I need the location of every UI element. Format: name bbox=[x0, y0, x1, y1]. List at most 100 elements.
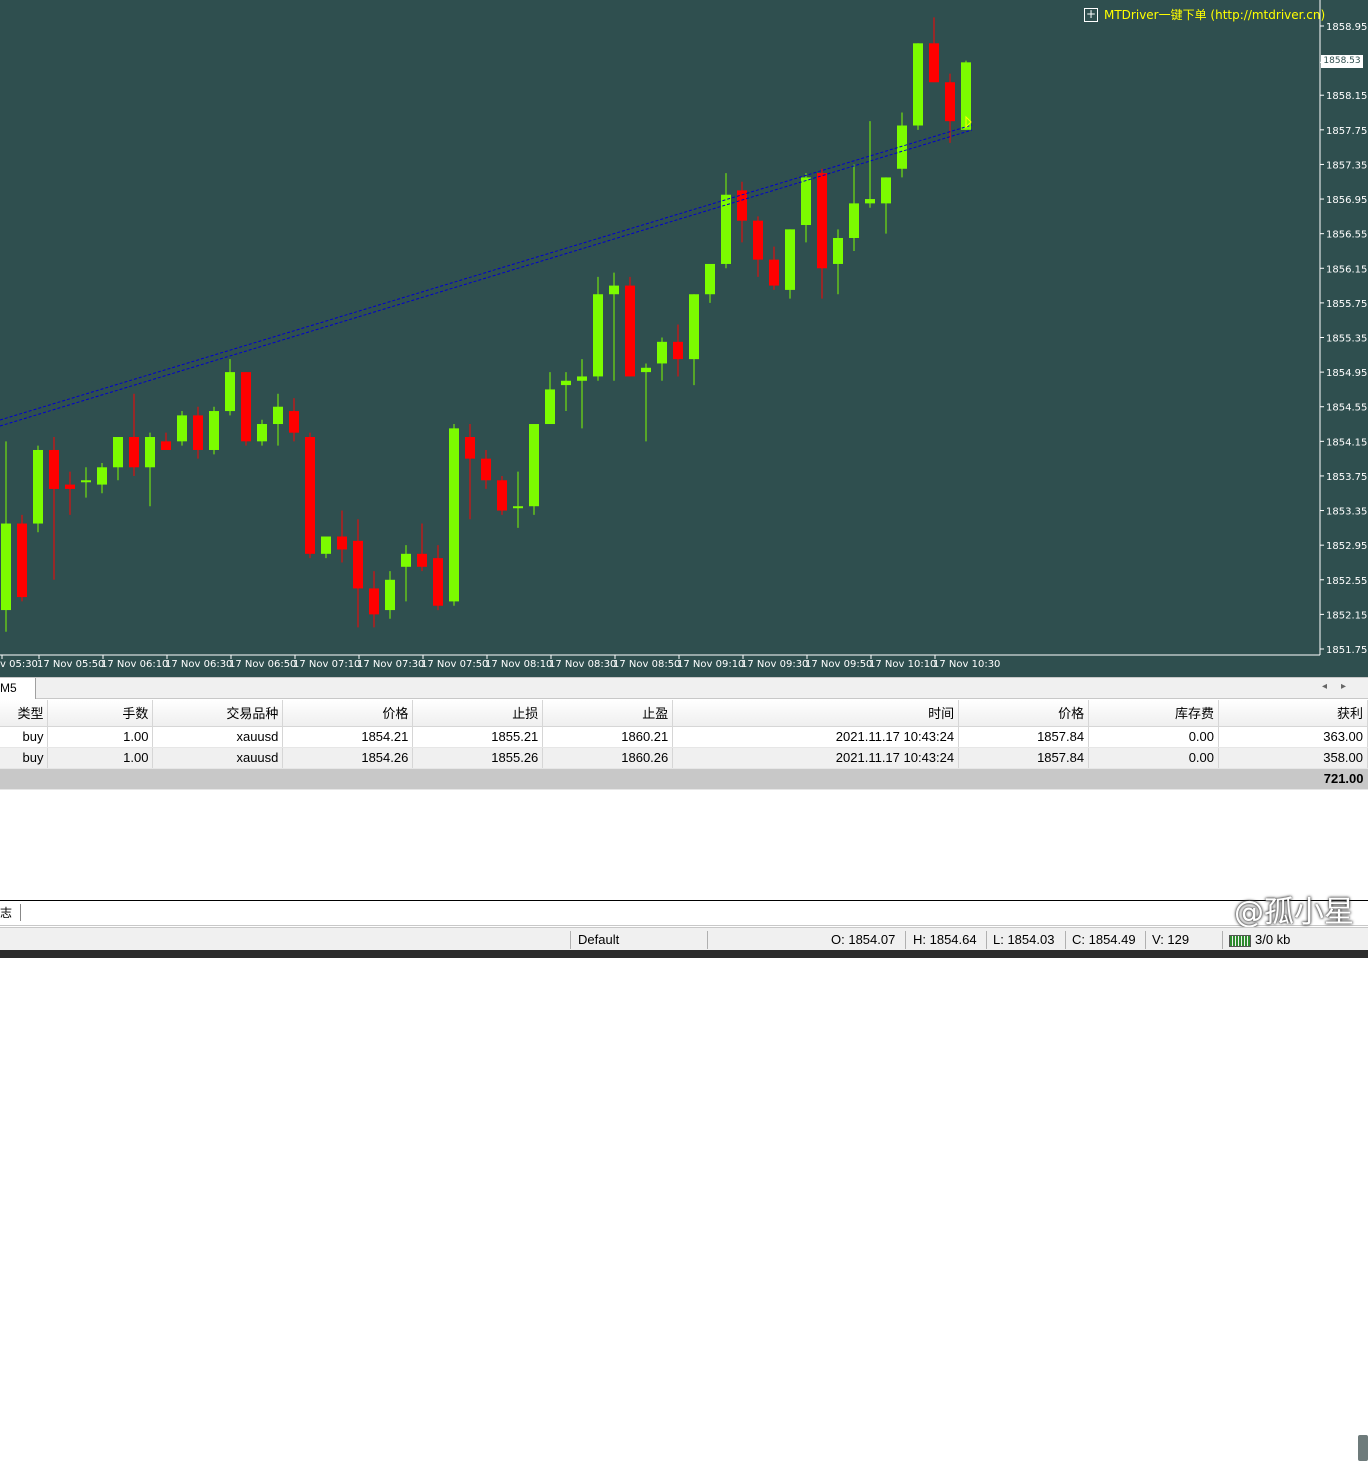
candle-bear bbox=[465, 437, 475, 459]
cell-swap: 0.00 bbox=[1088, 726, 1220, 748]
candle-bull bbox=[609, 285, 619, 295]
candle-bear bbox=[929, 43, 939, 83]
candle-bull bbox=[801, 177, 811, 226]
candle-bull bbox=[177, 415, 187, 442]
cell-price: 1854.26 bbox=[282, 747, 414, 769]
candle-bear bbox=[369, 588, 379, 615]
cell-sl: 1855.21 bbox=[412, 726, 544, 748]
candle-bear bbox=[193, 415, 203, 450]
time-tick-label: 17 Nov 09:50 bbox=[805, 659, 872, 670]
current-price-tag: 1858.53 bbox=[1321, 55, 1363, 68]
candle-bull bbox=[97, 467, 107, 485]
col-tp[interactable]: 止盈 bbox=[542, 700, 674, 727]
col-swap[interactable]: 库存费 bbox=[1088, 700, 1220, 727]
candle-bull bbox=[321, 536, 331, 554]
col-volume[interactable]: 手数 bbox=[47, 700, 154, 727]
status-separator bbox=[1065, 931, 1066, 949]
status-profile[interactable]: Default bbox=[578, 932, 619, 948]
cell-swap: 0.00 bbox=[1088, 747, 1220, 769]
candle-bull bbox=[897, 125, 907, 169]
cell-tp: 1860.21 bbox=[542, 726, 674, 748]
status-open: O: 1854.07 bbox=[831, 932, 896, 947]
col-profit[interactable]: 获利 bbox=[1218, 700, 1368, 727]
status-separator bbox=[570, 931, 571, 949]
scrollbar-thumb[interactable] bbox=[1358, 1435, 1368, 1461]
cell-profit: 363.00 bbox=[1218, 726, 1368, 748]
time-tick-label: 17 Nov 10:10 bbox=[869, 659, 936, 670]
table-row[interactable]: buy 1.00 xauusd 1854.21 1855.21 1860.21 … bbox=[0, 726, 1368, 748]
candle-bear bbox=[433, 558, 443, 606]
cell-time: 2021.11.17 10:43:24 bbox=[672, 726, 960, 748]
total-spacer bbox=[0, 768, 1219, 790]
col-time[interactable]: 时间 bbox=[672, 700, 960, 727]
time-tick-label: 17 Nov 09:30 bbox=[741, 659, 808, 670]
candle-bear bbox=[753, 220, 763, 260]
col-sl[interactable]: 止损 bbox=[412, 700, 544, 727]
total-row: 721.00 bbox=[0, 768, 1368, 790]
candle-bull bbox=[785, 229, 795, 290]
status-low: L: 1854.03 bbox=[993, 932, 1055, 947]
status-high: H: 1854.64 bbox=[913, 932, 977, 947]
candle-bear bbox=[241, 372, 251, 442]
status-bar: Default O: 1854.07 H: 1854.64 L: 1854.03… bbox=[0, 927, 1368, 950]
candle-bull bbox=[145, 437, 155, 468]
candle-bull bbox=[913, 43, 923, 126]
price-tick-label: 1858.15 bbox=[1326, 91, 1367, 102]
candle-bear bbox=[353, 540, 363, 589]
time-tick-label: 17 Nov 06:50 bbox=[229, 659, 296, 670]
candle-bull bbox=[641, 367, 651, 373]
candle-bear bbox=[129, 437, 139, 468]
order-line-1 bbox=[0, 124, 973, 421]
candle-bull bbox=[881, 177, 891, 204]
candle-bull bbox=[513, 506, 523, 509]
cell-volume: 1.00 bbox=[47, 726, 154, 748]
tab-m5[interactable]: M5 bbox=[0, 678, 36, 699]
plus-icon[interactable]: + bbox=[1084, 7, 1098, 22]
col-price[interactable]: 价格 bbox=[282, 700, 414, 727]
col-current-price[interactable]: 价格 bbox=[958, 700, 1090, 727]
cell-symbol: xauusd bbox=[152, 726, 284, 748]
connection-bars-icon bbox=[1229, 934, 1251, 947]
price-tick-label: 1853.35 bbox=[1326, 507, 1367, 518]
status-traffic: 3/0 kb bbox=[1255, 932, 1291, 947]
status-separator bbox=[707, 931, 708, 949]
tab-scroll-arrows[interactable]: ◂▸ bbox=[1322, 681, 1360, 692]
candle-bear bbox=[337, 536, 347, 550]
time-tick-label: 17 Nov 08:10 bbox=[485, 659, 552, 670]
col-type[interactable]: 类型 bbox=[0, 700, 49, 727]
tab-log[interactable]: 志 bbox=[0, 904, 22, 921]
status-separator bbox=[1145, 931, 1146, 949]
candle-bear bbox=[305, 437, 315, 554]
candle-bull bbox=[225, 372, 235, 412]
candle-bear bbox=[161, 441, 171, 450]
candle-bear bbox=[417, 553, 427, 567]
taskbar-strip bbox=[0, 950, 1368, 958]
chart-area[interactable]: 1858.95 1858.15 1857.75 1857.35 1856.95 1856.… bbox=[0, 0, 1368, 677]
total-profit: 721.00 bbox=[1218, 768, 1368, 790]
candle-bear bbox=[673, 341, 683, 360]
table-row[interactable]: buy 1.00 xauusd 1854.26 1855.26 1860.26 … bbox=[0, 747, 1368, 769]
candle-bear bbox=[625, 285, 635, 377]
candle-bull bbox=[113, 437, 123, 468]
candle-bull bbox=[657, 341, 667, 364]
price-tick-label: 1855.35 bbox=[1326, 334, 1367, 345]
candle-bear bbox=[817, 173, 827, 269]
status-connection[interactable]: 3/0 kb bbox=[1229, 932, 1290, 948]
price-tick-label: 1857.75 bbox=[1326, 126, 1367, 137]
cell-type: buy bbox=[0, 747, 49, 769]
candle-bull bbox=[721, 194, 731, 264]
time-tick-label: 17 Nov 08:50 bbox=[613, 659, 680, 670]
mtdriver-link[interactable]: + MTDriver一键下单 (http://mtdriver.cn) bbox=[1084, 6, 1325, 23]
price-tick-label: 1855.75 bbox=[1326, 299, 1367, 310]
price-tick-label: 1852.15 bbox=[1326, 610, 1367, 621]
price-chart[interactable]: 1858.95 1858.15 1857.75 1857.35 1856.95 1856.… bbox=[0, 0, 1368, 677]
cell-price: 1854.21 bbox=[282, 726, 414, 748]
candle-bull bbox=[545, 389, 555, 425]
time-tick-label: 17 Nov 10:30 bbox=[933, 659, 1000, 670]
candle-bear bbox=[65, 484, 75, 489]
candle-bull bbox=[273, 406, 283, 425]
candles-layer bbox=[1, 17, 971, 632]
col-symbol[interactable]: 交易品种 bbox=[152, 700, 284, 727]
mtdriver-label[interactable]: MTDriver一键下单 (http://mtdriver.cn) bbox=[1104, 6, 1325, 23]
time-tick-label: 17 Nov 05:50 bbox=[37, 659, 104, 670]
